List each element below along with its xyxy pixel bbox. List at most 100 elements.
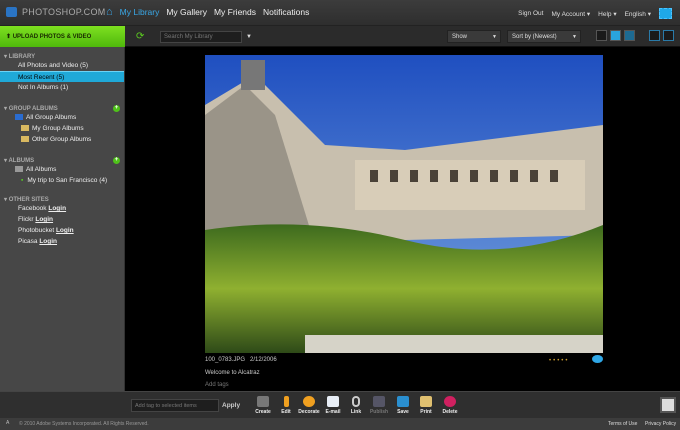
label: Publish bbox=[369, 409, 389, 415]
email-icon bbox=[327, 396, 339, 407]
decorate-icon bbox=[303, 396, 315, 407]
download-icon bbox=[397, 396, 409, 407]
sort-dropdown[interactable]: Sort by (Newest) bbox=[507, 30, 581, 43]
nav-my-gallery[interactable]: My Gallery bbox=[166, 7, 207, 17]
link-icon bbox=[352, 396, 360, 407]
label: All Albums bbox=[26, 166, 57, 173]
refresh-icon[interactable]: ⟳ bbox=[136, 31, 144, 42]
add-group-album-icon[interactable]: + bbox=[113, 105, 120, 112]
label: Photobucket bbox=[18, 227, 55, 234]
albums-title: ALBUMS bbox=[8, 158, 35, 164]
brand-logo[interactable]: PHOTOSHOP.COM bbox=[6, 7, 106, 17]
nav-my-friends[interactable]: My Friends bbox=[214, 7, 256, 17]
small-thumbnails-icon[interactable] bbox=[596, 30, 607, 41]
album-icon bbox=[15, 166, 23, 172]
show-dropdown[interactable]: Show bbox=[447, 30, 501, 43]
label: Print bbox=[420, 409, 432, 415]
label: Picasa bbox=[18, 238, 38, 245]
label: Create bbox=[255, 409, 271, 415]
add-album-icon[interactable]: + bbox=[113, 157, 120, 164]
upload-button[interactable]: ⬆ UPLOAD PHOTOS & VIDEO bbox=[0, 26, 125, 47]
label: My trip to San Francisco (4) bbox=[27, 177, 108, 184]
photo-alcatraz[interactable] bbox=[205, 55, 603, 353]
site-picasa: Picasa Login bbox=[0, 236, 124, 247]
privacy-link[interactable]: Privacy Policy bbox=[645, 421, 676, 427]
home-icon[interactable]: ⌂ bbox=[106, 6, 113, 18]
login-link[interactable]: Login bbox=[39, 238, 57, 245]
help-menu[interactable]: Help ▾ bbox=[598, 10, 616, 18]
publish-button[interactable]: Publish bbox=[366, 396, 392, 415]
print-button[interactable]: Print bbox=[413, 396, 439, 415]
login-link[interactable]: Login bbox=[35, 216, 53, 223]
label: Flickr bbox=[18, 216, 34, 223]
sidebar-item-album[interactable]: ▪ My trip to San Francisco (4) bbox=[0, 175, 124, 186]
library-section-header[interactable]: ▾ LIBRARY bbox=[4, 53, 124, 60]
main-nav: ⌂ My Library My Gallery My Friends Notif… bbox=[106, 6, 309, 18]
sidebar-item-my-group-albums[interactable]: My Group Albums bbox=[0, 123, 124, 134]
sidebar-item-all-group-albums[interactable]: All Group Albums bbox=[0, 112, 124, 123]
sidebar-item-other-group-albums[interactable]: Other Group Albums bbox=[0, 134, 124, 145]
label: All Group Albums bbox=[26, 114, 77, 121]
toggle-panel-icon[interactable] bbox=[660, 397, 676, 413]
folder-icon bbox=[21, 136, 29, 142]
terms-link[interactable]: Terms of Use bbox=[608, 421, 637, 427]
sidebar-item-all-albums[interactable]: All Albums bbox=[0, 164, 124, 175]
label: Delete bbox=[442, 409, 458, 415]
fullscreen-icon[interactable] bbox=[659, 8, 672, 19]
copyright: © 2010 Adobe Systems Incorporated. All R… bbox=[19, 421, 149, 427]
other-sites-title: OTHER SITES bbox=[8, 197, 49, 203]
decorate-button[interactable]: Decorate bbox=[296, 396, 322, 415]
sidebar-item-most-recent[interactable]: Most Recent (5) bbox=[0, 71, 124, 82]
account-links: Sign Out My Account ▾ Help ▾ English ▾ bbox=[518, 8, 672, 19]
upload-label: UPLOAD PHOTOS & VIDEO bbox=[12, 34, 92, 40]
nav-my-library[interactable]: My Library bbox=[120, 7, 160, 17]
login-link[interactable]: Login bbox=[56, 227, 74, 234]
label: Edit bbox=[281, 409, 291, 415]
large-thumbnails-icon[interactable] bbox=[624, 30, 635, 41]
bullet-icon: ▪ bbox=[21, 177, 24, 184]
rating-stars[interactable]: ••••• bbox=[549, 358, 570, 364]
add-tags-link[interactable]: Add tags bbox=[205, 382, 229, 388]
group-album-icon bbox=[15, 114, 23, 120]
photo-filename: 100_0783.JPG bbox=[205, 357, 246, 363]
other-sites-section-header[interactable]: ▾ OTHER SITES bbox=[4, 196, 124, 203]
tag-input[interactable]: Add tag to selected items bbox=[131, 399, 219, 412]
sign-out-link[interactable]: Sign Out bbox=[518, 10, 543, 17]
language-menu[interactable]: English ▾ bbox=[625, 10, 651, 18]
sidebar-item-not-in-albums[interactable]: Not In Albums (1) bbox=[0, 82, 124, 93]
print-icon bbox=[420, 396, 432, 407]
apply-button[interactable]: Apply bbox=[222, 402, 240, 409]
brand-name: PHOTOSHOP.COM bbox=[22, 7, 106, 17]
search-input[interactable]: Search My Library bbox=[160, 31, 242, 43]
my-account-menu[interactable]: My Account ▾ bbox=[551, 10, 590, 18]
create-icon bbox=[257, 396, 269, 407]
comments-icon[interactable] bbox=[592, 355, 603, 363]
folder-icon bbox=[21, 125, 29, 131]
site-flickr: Flickr Login bbox=[0, 214, 124, 225]
label: Other Group Albums bbox=[32, 136, 92, 143]
label: Link bbox=[350, 409, 362, 415]
medium-thumbnails-icon[interactable] bbox=[610, 30, 621, 41]
delete-button[interactable]: Delete bbox=[437, 396, 463, 415]
group-albums-title: GROUP ALBUMS bbox=[8, 106, 58, 112]
grid-view-icon[interactable] bbox=[649, 30, 660, 41]
help-label: Help bbox=[598, 10, 612, 18]
publish-icon bbox=[373, 396, 385, 407]
photoshop-logo-icon bbox=[6, 7, 17, 17]
list-view-icon[interactable] bbox=[663, 30, 674, 41]
footer: A © 2010 Adobe Systems Incorporated. All… bbox=[0, 418, 680, 430]
sidebar-item-all-photos[interactable]: All Photos and Video (5) bbox=[0, 60, 124, 71]
group-albums-section-header[interactable]: ▾ GROUP ALBUMS + bbox=[4, 105, 124, 112]
photo-caption[interactable]: Welcome to Alcatraz bbox=[205, 370, 260, 376]
my-account-label: My Account bbox=[551, 10, 586, 18]
pencil-icon bbox=[283, 396, 289, 407]
login-link[interactable]: Login bbox=[48, 205, 66, 212]
adobe-logo-icon: A bbox=[6, 420, 10, 426]
label: Save bbox=[397, 409, 409, 415]
nav-notifications[interactable]: Notifications bbox=[263, 7, 309, 17]
label: My Group Albums bbox=[32, 125, 84, 132]
albums-section-header[interactable]: ▾ ALBUMS + bbox=[4, 157, 124, 164]
search-options-caret-icon[interactable]: ▼ bbox=[246, 34, 252, 40]
site-photobucket: Photobucket Login bbox=[0, 225, 124, 236]
library-title: LIBRARY bbox=[8, 54, 36, 60]
